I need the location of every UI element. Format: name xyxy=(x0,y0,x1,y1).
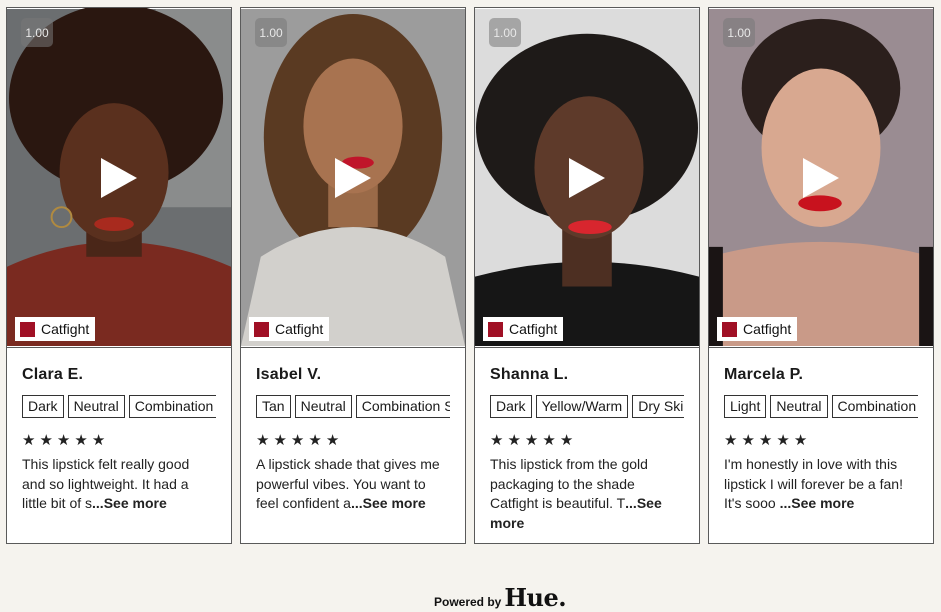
reviewer-name: Isabel V. xyxy=(256,366,322,383)
tag-skin-type: Combination xyxy=(128,395,216,418)
review-card[interactable]: 1.00 Catfight Isabel V. Tan Neutral Comb… xyxy=(240,7,466,544)
tag-skin-type: Dry Ski xyxy=(632,395,684,418)
reviewer-tags: Tan Neutral Combination S xyxy=(256,395,450,418)
hue-logo[interactable]: Hue. xyxy=(504,583,566,612)
star-icon: ★ xyxy=(308,432,323,449)
star-icon: ★ xyxy=(776,432,791,449)
shade-label: Catfight xyxy=(717,317,798,341)
star-rating: ★ ★ ★ ★ ★ xyxy=(490,431,684,449)
tag-skin-tone: Dark xyxy=(22,395,64,418)
review-card[interactable]: 1.00 Catfight Clara E. Dark Neutral Comb… xyxy=(6,7,232,544)
tag-skin-tone: Tan xyxy=(256,395,291,418)
review-text: This lipstick felt really good and so li… xyxy=(22,456,190,511)
reviewer-name: Shanna L. xyxy=(490,366,569,383)
review-video[interactable]: 1.00 Catfight xyxy=(241,8,465,348)
tag-undertone: Neutral xyxy=(294,395,352,418)
shade-label: Catfight xyxy=(249,317,330,341)
star-icon: ★ xyxy=(22,432,37,449)
tag-undertone: Yellow/Warm xyxy=(535,395,629,418)
shade-swatch xyxy=(722,321,737,337)
star-icon: ★ xyxy=(290,432,306,449)
star-icon: ★ xyxy=(793,432,809,449)
review-video[interactable]: 1.00 Catfight xyxy=(709,8,933,348)
tag-undertone: Neutral xyxy=(770,395,828,418)
shade-name: Catfight xyxy=(275,321,324,337)
review-video[interactable]: 1.00 Catfight xyxy=(475,8,699,348)
star-rating: ★ ★ ★ ★ ★ xyxy=(724,431,918,449)
play-icon[interactable] xyxy=(567,156,607,200)
see-more-link[interactable]: ...See more xyxy=(351,495,426,511)
powered-by-label: Powered by xyxy=(434,595,502,609)
tag-skin-tone: Dark xyxy=(490,395,532,418)
star-icon: ★ xyxy=(74,432,89,449)
star-icon: ★ xyxy=(39,432,54,449)
star-icon: ★ xyxy=(741,432,756,449)
playback-speed-badge[interactable]: 1.00 xyxy=(21,18,53,47)
star-rating: ★ ★ ★ ★ ★ xyxy=(256,431,450,449)
reviewer-tags: Light Neutral Combination xyxy=(724,395,918,418)
shade-swatch xyxy=(254,321,269,337)
tag-skin-tone: Light xyxy=(724,395,767,418)
star-icon: ★ xyxy=(507,432,522,449)
shade-name: Catfight xyxy=(41,321,90,337)
star-icon: ★ xyxy=(490,432,505,449)
playback-speed-badge[interactable]: 1.00 xyxy=(255,18,287,47)
playback-speed-badge[interactable]: 1.00 xyxy=(489,18,521,47)
star-icon: ★ xyxy=(524,432,540,449)
reviewer-tags: Dark Neutral Combination xyxy=(22,395,216,418)
reviewer-name: Marcela P. xyxy=(724,366,804,383)
powered-by-footer[interactable]: Powered by Hue. xyxy=(434,583,567,612)
tag-skin-type: Combination S xyxy=(355,395,450,418)
see-more-link[interactable]: ...See more xyxy=(780,495,855,511)
shade-label: Catfight xyxy=(483,317,564,341)
review-video[interactable]: 1.00 Catfight xyxy=(7,8,231,348)
review-card[interactable]: 1.00 Catfight Shanna L. Dark Yellow/Warm… xyxy=(474,7,700,544)
star-icon: ★ xyxy=(724,432,739,449)
playback-speed-badge[interactable]: 1.00 xyxy=(723,18,755,47)
star-icon: ★ xyxy=(559,432,575,449)
play-icon[interactable] xyxy=(333,156,373,200)
star-icon: ★ xyxy=(542,432,557,449)
shade-name: Catfight xyxy=(743,321,792,337)
review-card[interactable]: 1.00 Catfight Marcela P. Light Neutral C… xyxy=(708,7,934,544)
star-icon: ★ xyxy=(256,432,271,449)
reviewer-name: Clara E. xyxy=(22,366,84,383)
shade-label: Catfight xyxy=(15,317,96,341)
star-icon: ★ xyxy=(56,432,72,449)
tag-undertone: Neutral xyxy=(67,395,125,418)
tag-skin-type: Combination xyxy=(831,395,918,418)
reviewer-tags: Dark Yellow/Warm Dry Ski xyxy=(490,395,684,418)
play-icon[interactable] xyxy=(99,156,139,200)
shade-name: Catfight xyxy=(509,321,558,337)
star-icon: ★ xyxy=(273,432,288,449)
star-icon: ★ xyxy=(758,432,774,449)
shade-swatch xyxy=(20,321,35,337)
play-icon[interactable] xyxy=(801,156,841,200)
see-more-link[interactable]: ...See more xyxy=(92,495,167,511)
star-rating: ★ ★ ★ ★ ★ xyxy=(22,431,216,449)
shade-swatch xyxy=(488,321,503,337)
star-icon: ★ xyxy=(91,432,107,449)
review-text: A lipstick shade that gives me powerful … xyxy=(256,456,440,511)
review-text: I'm honestly in love with this lipstick … xyxy=(724,456,903,511)
star-icon: ★ xyxy=(325,432,341,449)
review-text: This lipstick from the gold packaging to… xyxy=(490,456,662,531)
